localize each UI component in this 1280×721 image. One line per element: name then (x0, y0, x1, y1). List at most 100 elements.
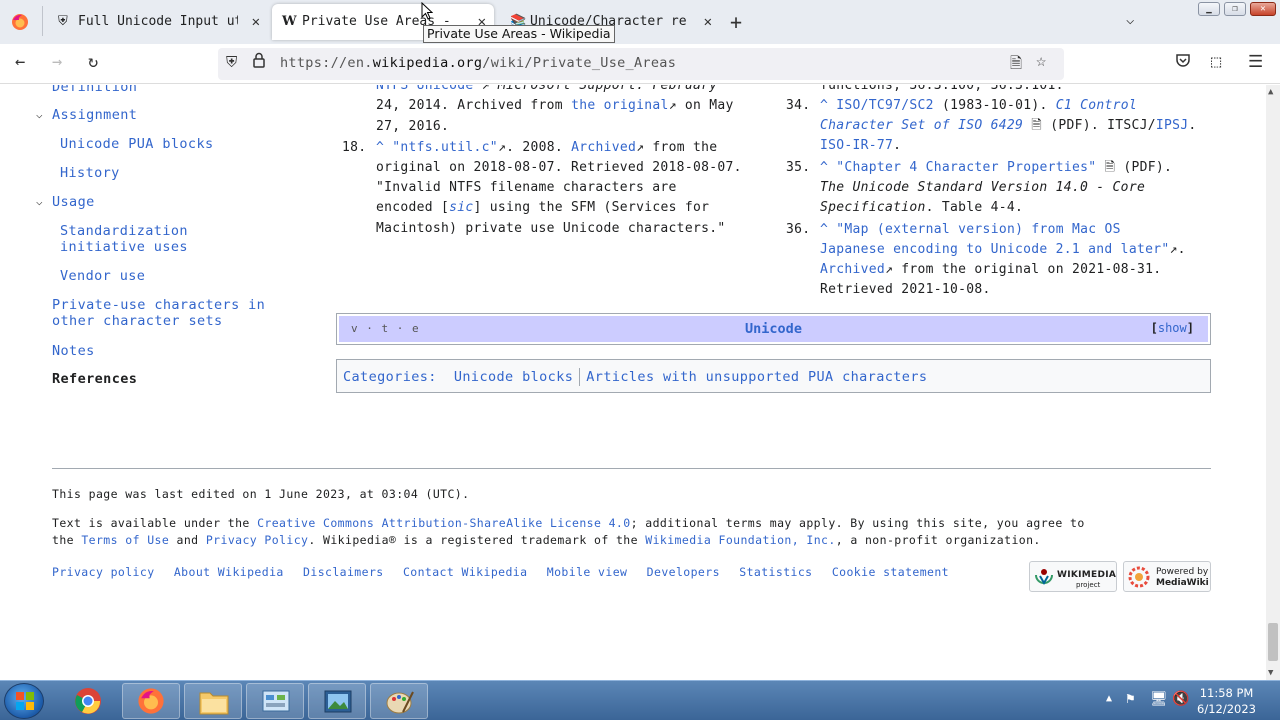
reference-link[interactable]: NTFS Unicode (376, 85, 474, 93)
close-icon[interactable]: ✕ (252, 4, 260, 40)
url-text[interactable]: https://en.wikipedia.org/wiki/Private_Us… (280, 55, 676, 71)
scroll-down-icon[interactable]: ▼ (1268, 668, 1273, 678)
reference-link[interactable]: ISO-IR-77 (820, 138, 893, 153)
hamburger-menu-icon[interactable]: ☰ (1248, 52, 1263, 72)
forward-arrow-icon[interactable]: → (52, 52, 62, 72)
back-arrow-icon[interactable]: ← (15, 52, 25, 72)
tab-label: Full Unicode Input ut (78, 14, 238, 29)
category-link[interactable]: Articles with unsupported PUA characters (586, 369, 927, 385)
footer-link-mobile[interactable]: Mobile view (547, 565, 628, 579)
lock-icon[interactable] (252, 52, 266, 72)
toc-item-assignment[interactable]: Assignment (52, 107, 137, 123)
reference-number: 35. (786, 160, 811, 175)
new-tab-plus-icon[interactable]: + (730, 10, 742, 34)
maximize-button[interactable]: ❐ (1224, 2, 1246, 16)
reference-link[interactable]: C1 Control (1056, 98, 1137, 113)
tab-bar: ⛨ Full Unicode Input ut ✕ W Private Use … (0, 0, 1280, 44)
toc-item-usage[interactable]: Usage (52, 194, 95, 210)
toc-item-pua-blocks[interactable]: Unicode PUA blocks (60, 136, 214, 152)
toc-item-other-sets[interactable]: Private-use characters in other character… (52, 297, 265, 329)
reader-view-icon[interactable]: 🗎 (1010, 53, 1022, 78)
reference-text: "Invalid NTFS filename characters are (376, 180, 677, 195)
reference-link[interactable]: ISO/TC97/SC2 (836, 98, 934, 113)
page-content: Definition ⌵ Assignment Unicode PUA bloc… (0, 85, 1266, 680)
show-hidden-icons-chevron-icon[interactable]: ▲ (1106, 693, 1112, 704)
archive-link[interactable]: Archived (820, 262, 885, 277)
navbox-header: v · t · e Unicode [show] (339, 316, 1208, 342)
footer-link-contact[interactable]: Contact Wikipedia (403, 565, 528, 579)
bookmark-star-icon[interactable]: ☆ (1036, 51, 1046, 71)
reference-number: 18. (342, 140, 367, 155)
chevron-down-icon[interactable]: ⌵ (1126, 12, 1134, 28)
firefox-icon[interactable] (10, 12, 30, 32)
toc-item-standardization[interactable]: Standardization initiative uses (60, 223, 188, 255)
tracking-shield-icon[interactable]: ⛨ (226, 53, 237, 71)
category-link[interactable]: Unicode blocks (454, 369, 573, 385)
minimize-button[interactable]: ▁ (1198, 2, 1220, 16)
taskbar-clock[interactable]: 11:58 PM 6/12/2023 (1197, 685, 1256, 717)
extensions-icon[interactable]: ⬚ (1211, 52, 1221, 72)
reference-link[interactable]: "Chapter 4 Character Properties" (836, 160, 1096, 175)
reference-link[interactable]: "Map (external version) from Mac OS (836, 222, 1120, 237)
privacy-policy-link[interactable]: Privacy Policy (206, 533, 309, 547)
footer-link-cookie[interactable]: Cookie statement (832, 565, 949, 579)
taskbar-explorer[interactable] (184, 683, 242, 719)
footer-link-statistics[interactable]: Statistics (739, 565, 812, 579)
footer-link-privacy[interactable]: Privacy policy (52, 565, 155, 579)
badge-text: MediaWiki (1156, 578, 1209, 588)
network-icon[interactable]: 🖥 (1150, 691, 1168, 707)
toc-item-notes[interactable]: Notes (52, 343, 95, 359)
taskbar-chrome[interactable] (60, 683, 118, 719)
footer-link-about[interactable]: About Wikipedia (174, 565, 284, 579)
toc-item-references[interactable]: References (52, 371, 137, 387)
sic-link[interactable]: sic (449, 200, 473, 215)
chevron-down-icon[interactable]: ⌵ (36, 195, 43, 208)
footer-link-developers[interactable]: Developers (647, 565, 720, 579)
taskbar-paint[interactable] (370, 683, 428, 719)
reference-link[interactable]: "ntfs.util.c" (392, 140, 498, 155)
categories-label[interactable]: Categories: (343, 369, 437, 385)
license-link[interactable]: Creative Commons Attribution-ShareAlike … (257, 516, 631, 530)
archive-link[interactable]: Archived (571, 140, 636, 155)
powered-by-mediawiki-badge[interactable]: Powered by MediaWiki (1123, 561, 1211, 592)
close-window-button[interactable]: ✕ (1250, 2, 1276, 16)
taskbar-firefox[interactable] (122, 683, 180, 719)
start-button[interactable] (4, 683, 44, 719)
footer-link-disclaimers[interactable]: Disclaimers (303, 565, 384, 579)
reference-text: original on 2018-08-07. Retrieved 2018-0… (376, 160, 742, 175)
taskbar-control-panel[interactable] (246, 683, 304, 719)
reference-link[interactable]: Character Set of ISO 6429 (820, 118, 1023, 133)
reference-number: 34. (786, 98, 811, 113)
taskbar-photo-viewer[interactable] (308, 683, 366, 719)
category-separator (579, 368, 581, 386)
backlink-caret[interactable]: ^ (376, 140, 384, 155)
terms-link[interactable]: Terms of Use (81, 533, 169, 547)
page-scrollbar[interactable]: ▲ ▼ (1266, 85, 1280, 680)
tab-full-unicode-input[interactable]: ⛨ Full Unicode Input ut ✕ (46, 4, 268, 40)
reference-link[interactable]: Japanese encoding to Unicode 2.1 and lat… (820, 242, 1169, 257)
reload-icon[interactable]: ↻ (88, 52, 98, 72)
toc-item-history[interactable]: History (60, 165, 120, 181)
pocket-icon[interactable] (1175, 52, 1191, 73)
reference-34-line2: Character Set of ISO 6429 🗎 (PDF). ITSCJ… (820, 118, 1197, 133)
wikimedia-foundation-link[interactable]: Wikimedia Foundation, Inc. (645, 533, 835, 547)
backlink-caret[interactable]: ^ (820, 160, 828, 175)
toc-item-definition[interactable]: Definition (52, 85, 137, 95)
navbox-show-toggle[interactable]: [show] (1151, 321, 1194, 335)
scrollbar-thumb[interactable] (1268, 623, 1278, 661)
archive-link[interactable]: the original (571, 98, 669, 113)
toc-item-vendor[interactable]: Vendor use (60, 268, 145, 284)
windows-taskbar: ▲ ⚑ 🖥 🔇 11:58 PM 6/12/2023 (0, 680, 1280, 720)
reference-link[interactable]: IPSJ (1156, 118, 1189, 133)
wikimedia-project-badge[interactable]: WIKIMEDIA project (1029, 561, 1117, 592)
navbox-title[interactable]: Unicode (339, 321, 1208, 337)
backlink-caret[interactable]: ^ (820, 98, 828, 113)
url-bar[interactable]: ⛨ https://en.wikipedia.org/wiki/Private_… (218, 48, 1064, 80)
scroll-up-icon[interactable]: ▲ (1268, 87, 1273, 97)
backlink-caret[interactable]: ^ (820, 222, 828, 237)
chevron-down-icon[interactable]: ⌵ (36, 108, 43, 121)
reference-text: The Unicode Standard Version 14.0 - Core (820, 180, 1146, 195)
volume-muted-icon[interactable]: 🔇 (1172, 691, 1189, 707)
close-icon[interactable]: ✕ (704, 4, 712, 40)
action-center-flag-icon[interactable]: ⚑ (1126, 691, 1134, 707)
